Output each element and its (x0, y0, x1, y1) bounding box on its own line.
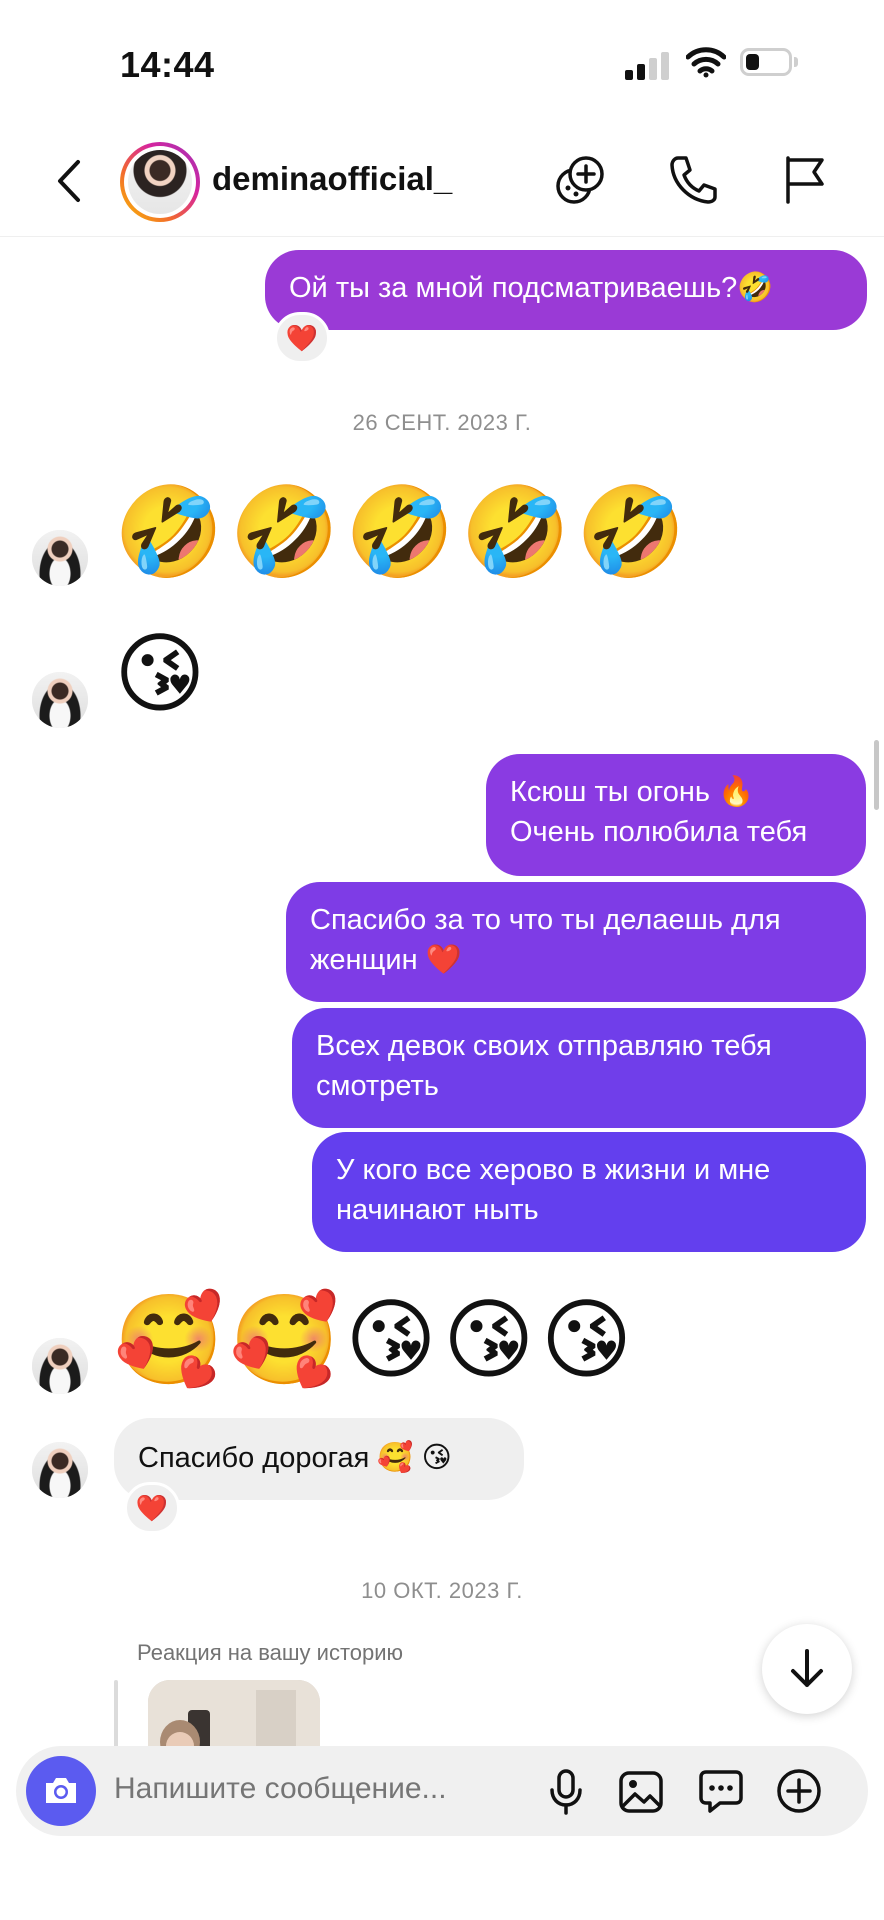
sender-avatar[interactable] (32, 1442, 88, 1498)
sender-avatar[interactable] (32, 672, 88, 728)
camera-icon (46, 1778, 76, 1803)
incoming-emoji-message[interactable]: 😘 (114, 624, 212, 724)
outgoing-message[interactable]: Спасибо за то что ты делаешь для женщин … (286, 882, 866, 1002)
cellular-signal-icon (625, 50, 669, 80)
message-composer: Напишите сообщение... (16, 1746, 868, 1836)
incoming-emoji-message[interactable]: 🥰🥰😘😘😘 (114, 1290, 638, 1390)
outgoing-message[interactable]: У кого все херово в жизни и мне начинают… (312, 1132, 866, 1252)
chevron-left-icon[interactable] (52, 158, 88, 204)
sender-avatar[interactable] (32, 1338, 88, 1394)
battery-icon (740, 48, 800, 78)
image-icon[interactable] (618, 1770, 664, 1814)
plus-circle-icon[interactable] (776, 1768, 822, 1814)
outgoing-message[interactable]: Ой ты за мной подсматриваешь?🤣 (265, 250, 867, 330)
heart-reaction[interactable]: ❤️ (124, 1482, 180, 1534)
microphone-icon[interactable] (548, 1768, 584, 1816)
status-time: 14:44 (120, 44, 215, 85)
outgoing-message[interactable]: Ксюш ты огонь 🔥 Очень полюбила тебя (486, 754, 866, 876)
camera-button[interactable] (26, 1756, 96, 1826)
arrow-down-icon (791, 1649, 823, 1687)
outgoing-message[interactable]: Всех девок своих отправляю тебя смотреть (292, 1008, 866, 1128)
story-reaction-label: Реакция на вашу историю (137, 1640, 404, 1665)
username[interactable]: deminaofficial_ (212, 160, 452, 198)
sender-avatar[interactable] (32, 530, 88, 586)
effects-plus-icon[interactable] (554, 154, 606, 206)
phone-icon[interactable] (668, 154, 718, 206)
wifi-icon (686, 47, 726, 78)
incoming-emoji-message[interactable]: 🤣🤣🤣🤣🤣 (114, 482, 692, 582)
date-separator: 10 ОКТ. 2023 Г. (361, 1578, 523, 1603)
message-input[interactable]: Напишите сообщение... (114, 1772, 447, 1806)
heart-reaction[interactable]: ❤️ (274, 312, 330, 364)
date-separator: 26 СЕНТ. 2023 Г. (352, 410, 532, 435)
scrollbar[interactable] (874, 740, 879, 810)
chat-sticker-icon[interactable] (698, 1768, 744, 1814)
scroll-to-bottom-button[interactable] (762, 1624, 852, 1714)
story-reply-bar (114, 1680, 118, 1750)
chat-header: deminaofficial_ (0, 120, 884, 237)
flag-icon[interactable] (782, 154, 828, 206)
incoming-message[interactable]: Спасибо дорогая 🥰 😘 (114, 1418, 524, 1500)
profile-avatar[interactable] (120, 142, 200, 222)
